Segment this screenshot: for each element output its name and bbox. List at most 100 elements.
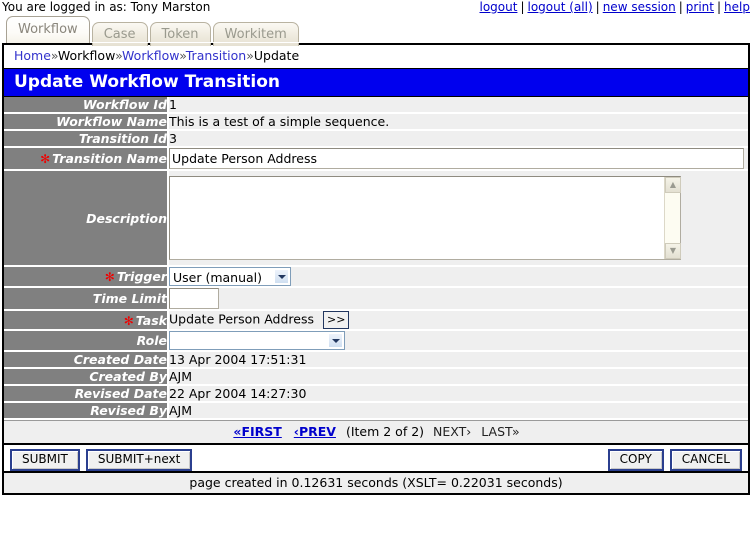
role-select[interactable]: [169, 331, 345, 350]
print-link[interactable]: print: [686, 0, 714, 14]
role-select-value: [170, 343, 193, 344]
table-row: Description ▲ ▼: [4, 170, 748, 267]
field-label-role: Role: [4, 330, 169, 352]
field-value-revised-by: AJM: [168, 402, 748, 420]
chevron-down-icon[interactable]: [328, 333, 343, 348]
field-label-revised-by: Revised By: [4, 402, 169, 420]
field-value-revised-date: 22 Apr 2004 14:27:30: [168, 385, 748, 403]
breadcrumb-update: Update: [253, 48, 300, 63]
field-label-created-date: Created Date: [4, 351, 169, 369]
record-navigation: «FIRST ‹PREV (Item 2 of 2) NEXT› LAST»: [4, 420, 748, 445]
table-row: Revised Date 22 Apr 2004 14:27:30: [4, 385, 748, 403]
breadcrumb-workflow: Workflow: [57, 48, 116, 63]
field-label-transition-id: Transition Id: [4, 130, 169, 148]
field-cell-description: ▲ ▼: [168, 170, 748, 267]
textarea-scrollbar[interactable]: ▲ ▼: [664, 177, 681, 259]
field-cell-trigger: User (manual): [168, 266, 748, 288]
table-row: Workflow Id 1: [4, 97, 748, 114]
chevron-down-icon[interactable]: [274, 269, 289, 284]
trigger-select[interactable]: User (manual): [169, 267, 291, 286]
transition-name-input[interactable]: [169, 148, 744, 169]
table-row: Revised By AJM: [4, 402, 748, 420]
logout-all-link[interactable]: logout (all): [528, 0, 593, 14]
top-links: logout | logout (all) | new session | print | he…: [480, 0, 751, 14]
field-cell-task: Update Person Address >>: [168, 310, 748, 331]
item-counter: (Item 2 of 2): [345, 424, 425, 439]
required-marker-icon: ✻: [104, 270, 115, 284]
field-value-transition-id: 3: [168, 130, 748, 148]
page-timing-footer: page created in 0.12631 seconds (XSLT= 0…: [4, 471, 748, 493]
field-cell-transition-name: [168, 147, 748, 171]
description-textarea[interactable]: [169, 176, 681, 260]
breadcrumb-separator: »: [115, 48, 123, 63]
field-label-revised-date: Revised Date: [4, 385, 169, 403]
field-label-time-limit: Time Limit: [4, 287, 169, 311]
scroll-up-icon[interactable]: ▲: [665, 177, 681, 193]
table-row: Role: [4, 330, 748, 352]
field-value-workflow-id: 1: [168, 97, 748, 114]
table-row: ✻ Task Update Person Address >>: [4, 310, 748, 331]
tab-workflow[interactable]: Workflow: [6, 16, 90, 43]
trigger-select-value: User (manual): [173, 270, 263, 285]
link-separator: |: [595, 0, 600, 14]
field-label-workflow-name: Workflow Name: [4, 113, 169, 131]
field-label-description: Description: [4, 170, 169, 267]
nav-first-link[interactable]: «FIRST: [233, 424, 281, 439]
field-label-workflow-id: Workflow Id: [4, 97, 169, 114]
field-label-trigger: ✻ Trigger: [4, 266, 169, 288]
tab-token[interactable]: Token: [149, 22, 211, 46]
page-title: Update Workflow Transition: [4, 68, 748, 97]
action-button-bar: SUBMIT SUBMIT+next COPY CANCEL: [4, 445, 748, 471]
time-limit-input[interactable]: [169, 288, 219, 309]
breadcrumb-workflow-link[interactable]: Workflow: [122, 48, 179, 63]
label-text: Trigger: [116, 269, 167, 284]
field-cell-time-limit: [168, 287, 748, 311]
submit-next-button[interactable]: SUBMIT+next: [85, 449, 193, 471]
label-text: Task: [135, 312, 167, 328]
logged-in-text: You are logged in as: Tony Marston: [2, 0, 211, 14]
breadcrumb-transition-link[interactable]: Transition: [186, 48, 246, 63]
table-row: Transition Id 3: [4, 130, 748, 148]
submit-button[interactable]: SUBMIT: [10, 449, 80, 471]
new-session-link[interactable]: new session: [603, 0, 676, 14]
field-label-created-by: Created By: [4, 368, 169, 386]
nav-next-label: NEXT›: [433, 424, 472, 439]
breadcrumb-separator: »: [246, 48, 254, 63]
scroll-down-icon[interactable]: ▼: [665, 243, 681, 259]
cancel-button[interactable]: CANCEL: [669, 449, 742, 471]
link-separator: |: [678, 0, 683, 14]
field-label-task: ✻ Task: [4, 310, 169, 331]
task-picker-button[interactable]: >>: [323, 311, 350, 329]
top-status-bar: You are logged in as: Tony Marston logou…: [0, 0, 752, 16]
field-label-transition-name: ✻ Transition Name: [4, 147, 169, 171]
tab-workitem[interactable]: Workitem: [212, 22, 299, 46]
right-button-group: COPY CANCEL: [602, 449, 742, 471]
table-row: ✻ Transition Name: [4, 147, 748, 171]
logout-link[interactable]: logout: [480, 0, 518, 14]
field-value-created-date: 13 Apr 2004 17:51:31: [168, 351, 748, 369]
nav-prev-link[interactable]: ‹PREV: [294, 424, 336, 439]
copy-button[interactable]: COPY: [607, 449, 664, 471]
required-marker-icon: ✻: [123, 313, 134, 328]
table-row: Created By AJM: [4, 368, 748, 386]
link-separator: |: [717, 0, 722, 14]
task-value: Update Person Address: [169, 311, 315, 327]
tab-bar: Workflow Case Token Workitem: [0, 16, 752, 46]
main-window: Home»Workflow»Workflow»Transition»Update…: [2, 43, 750, 495]
tab-case[interactable]: Case: [91, 22, 148, 46]
breadcrumb-home[interactable]: Home: [14, 48, 51, 63]
required-marker-icon: ✻: [40, 152, 51, 166]
table-row: ✻ Trigger User (manual): [4, 266, 748, 288]
label-text: Transition Name: [52, 151, 167, 166]
description-textarea-wrapper: ▲ ▼: [169, 176, 681, 260]
table-row: Created Date 13 Apr 2004 17:51:31: [4, 351, 748, 369]
table-row: Workflow Name This is a test of a simple…: [4, 113, 748, 131]
field-value-created-by: AJM: [168, 368, 748, 386]
transition-form: Workflow Id 1 Workflow Name This is a te…: [4, 97, 748, 420]
table-row: Time Limit: [4, 287, 748, 311]
help-link[interactable]: help: [724, 0, 750, 14]
breadcrumb-separator: »: [50, 48, 58, 63]
link-separator: |: [520, 0, 525, 14]
field-cell-role: [168, 330, 748, 352]
field-value-workflow-name: This is a test of a simple sequence.: [168, 113, 748, 131]
